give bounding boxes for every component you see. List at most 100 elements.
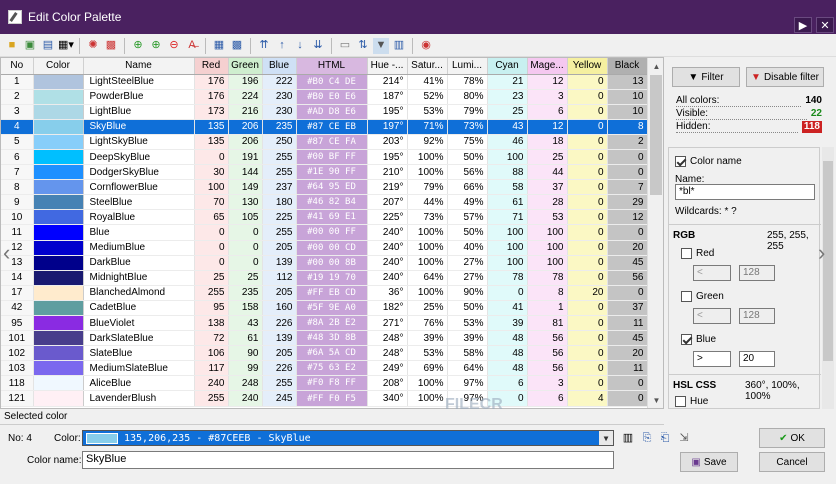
cancel-button[interactable]: Cancel [759, 452, 825, 472]
table-row[interactable]: 11 Blue 0 0 255 #00 00 FF 240° 100% 50% 100 100 0 0 [1, 224, 648, 241]
refresh-icon[interactable]: ✺ [85, 38, 101, 54]
color-select[interactable]: 135,206,235 - #87CEEB - SkyBlue ▼ [82, 430, 614, 446]
column-header[interactable]: Black [607, 58, 648, 75]
move-bottom-icon[interactable]: ⇊ [310, 38, 326, 54]
green-value-input[interactable]: 128 [739, 308, 775, 324]
move-up-icon[interactable]: ↑ [274, 38, 290, 54]
cell-html: #FF EB CD [296, 285, 368, 301]
table-row[interactable]: 13 DarkBlue 0 0 139 #00 00 8B 240° 100% 27% 100 10… [1, 255, 648, 271]
color-picker-icon[interactable]: ▥ [620, 430, 636, 446]
table-row[interactable]: 17 BlanchedAlmond 255 235 205 #FF EB CD 36° 100… [1, 285, 648, 301]
column-header[interactable]: HTML [296, 58, 368, 75]
close-window-button[interactable]: ✕ [816, 17, 834, 33]
blue-checkbox-row[interactable]: Blue [681, 334, 716, 345]
colorname-checkbox[interactable] [675, 156, 686, 167]
table-row[interactable]: 8 CornflowerBlue 100 149 237 #64 95 ED 219° 79%… [1, 179, 648, 196]
view-icon[interactable]: ▦▾ [58, 38, 74, 54]
blue-operator-select[interactable]: > [693, 351, 731, 367]
filter-icon[interactable]: ▼ [373, 37, 389, 54]
column-header[interactable]: Green [228, 58, 263, 75]
table-row[interactable]: 42 CadetBlue 95 158 160 #5F 9E A0 182° 25% 50% 41… [1, 300, 648, 317]
table-row[interactable]: 6 DeepSkyBlue 0 191 255 #00 BF FF 195° 100% 50% 1… [1, 149, 648, 166]
open-icon[interactable]: ■ [4, 38, 20, 54]
scroll-up-icon[interactable]: ▲ [648, 58, 663, 74]
table-row[interactable]: 1 LightSteelBlue 176 196 222 #B0 C4 DE 214° 41%… [1, 74, 648, 90]
table-row[interactable]: 102 SlateBlue 106 90 205 #6A 5A CD 248° 53% 58% 4… [1, 345, 648, 362]
new-icon[interactable]: ▣ [22, 38, 38, 54]
red-checkbox-row[interactable]: Red [681, 248, 714, 259]
column-header[interactable]: No [1, 58, 34, 75]
ok-button[interactable]: ✔ OK [759, 428, 825, 448]
table-row[interactable]: 118 AliceBlue 240 248 255 #F0 F8 FF 208° 100% 97… [1, 375, 648, 392]
column-header[interactable]: Color [33, 58, 84, 75]
column-header[interactable]: Hue -... [367, 58, 408, 75]
table-row[interactable]: 9 SteelBlue 70 130 180 #46 82 B4 207° 44% 49% 61 2… [1, 194, 648, 211]
name-filter-input[interactable]: *bl* [675, 184, 815, 200]
move-top-icon[interactable]: ⇈ [256, 38, 272, 54]
stat-visible-label: Visible: [676, 108, 807, 120]
columns-icon[interactable]: ▥ [391, 38, 407, 54]
disable-filter-button[interactable]: ▼ Disable filter [746, 67, 824, 87]
column-header[interactable]: Cyan [487, 58, 528, 75]
column-header[interactable]: Blue [262, 58, 297, 75]
palette-icon[interactable]: ◉ [418, 38, 434, 54]
green-checkbox[interactable] [681, 291, 692, 302]
column-header[interactable]: Name [83, 58, 195, 75]
chevron-down-icon[interactable]: ▼ [599, 431, 613, 445]
clear-icon[interactable]: A̶ [184, 38, 200, 54]
column-header[interactable]: Mage... [527, 58, 568, 75]
table-row[interactable]: 3 LightBlue 173 216 230 #AD D8 E6 195° 53% 79% 25… [1, 104, 648, 120]
red-value-input[interactable]: 128 [739, 265, 775, 281]
save-icon[interactable]: ▤ [40, 38, 56, 54]
cell-y: 0 [567, 119, 608, 135]
prev-arrow-icon[interactable]: ‹ [3, 240, 10, 266]
move-down-icon[interactable]: ↓ [292, 38, 308, 54]
grid-small-icon[interactable]: ▦ [211, 38, 227, 54]
scroll-down-icon[interactable]: ▼ [648, 392, 663, 408]
filter-scrollbar[interactable] [822, 147, 834, 409]
table-row[interactable]: 12 MediumBlue 0 0 205 #00 00 CD 240° 100% 40% 100… [1, 240, 648, 256]
compare-icon[interactable]: ▭ [337, 38, 353, 54]
paste-icon[interactable]: ⎗ [657, 430, 673, 446]
column-header[interactable]: Lumi... [447, 58, 488, 75]
table-row[interactable]: 2 PowderBlue 176 224 230 #B0 E0 E6 187° 52% 80% 2… [1, 89, 648, 105]
green-checkbox-row[interactable]: Green [681, 291, 724, 302]
table-row[interactable]: 103 MediumSlateBlue 117 99 226 #75 63 E2 249° 6… [1, 360, 648, 377]
sort-icon[interactable]: ⇅ [355, 38, 371, 54]
table-row[interactable]: 4 SkyBlue 135 206 235 #87 CE EB 197° 71% 73% 43 12… [1, 119, 648, 135]
hue-checkbox-row[interactable]: Hue [675, 396, 708, 407]
table-row[interactable]: 121 LavenderBlush 255 240 245 #FF F0 F5 340° 10… [1, 390, 648, 407]
grid-large-icon[interactable]: ▩ [229, 38, 245, 54]
table-scrollbar[interactable]: ▲ ▼ [647, 58, 663, 408]
column-header[interactable]: Red [194, 58, 229, 75]
table-row[interactable]: 7 DodgerSkyBlue 30 144 255 #1E 90 FF 210° 100% 5… [1, 164, 648, 181]
cell-name: MidnightBlue [83, 270, 195, 286]
table-row[interactable]: 14 MidnightBlue 25 25 112 #19 19 70 240° 64% 27%… [1, 270, 648, 286]
filter-button[interactable]: ▼ Filter [672, 67, 740, 87]
next-arrow-icon[interactable]: › [818, 240, 825, 266]
column-header[interactable]: Satur... [407, 58, 448, 75]
remove-icon[interactable]: ⊖ [166, 38, 182, 54]
green-operator-select[interactable]: < [693, 308, 731, 324]
blue-value-input[interactable]: 20 [739, 351, 775, 367]
scroll-thumb[interactable] [650, 75, 662, 195]
settings-icon[interactable]: ▩ [103, 38, 119, 54]
red-checkbox[interactable] [681, 248, 692, 259]
table-row[interactable]: 101 DarkSlateBlue 72 61 139 #48 3D 8B 248° 39% 3… [1, 330, 648, 347]
cell-l: 53% [447, 315, 488, 332]
copy-icon[interactable]: ⎘ [639, 430, 655, 446]
table-row[interactable]: 95 BlueViolet 138 43 226 #8A 2B E2 271° 76% 53% 3… [1, 315, 648, 332]
hue-checkbox[interactable] [675, 396, 686, 407]
red-operator-select[interactable]: < [693, 265, 731, 281]
colorname-checkbox-row[interactable]: Color name [675, 156, 742, 167]
column-header[interactable]: Yellow [567, 58, 608, 75]
blue-checkbox[interactable] [681, 334, 692, 345]
next-window-button[interactable]: ▶ [794, 17, 812, 33]
table-row[interactable]: 10 RoyalBlue 65 105 225 #41 69 E1 225° 73% 57% 71… [1, 209, 648, 226]
colorname-input[interactable]: SkyBlue [82, 451, 614, 469]
save-button[interactable]: ▣ Save [680, 452, 738, 472]
export-icon[interactable]: ⇲ [676, 430, 692, 446]
table-row[interactable]: 5 LightSkyBlue 135 206 250 #87 CE FA 203° 92% 75… [1, 134, 648, 150]
add-icon[interactable]: ⊕ [130, 38, 146, 54]
add-copy-icon[interactable]: ⊕ [148, 38, 164, 54]
